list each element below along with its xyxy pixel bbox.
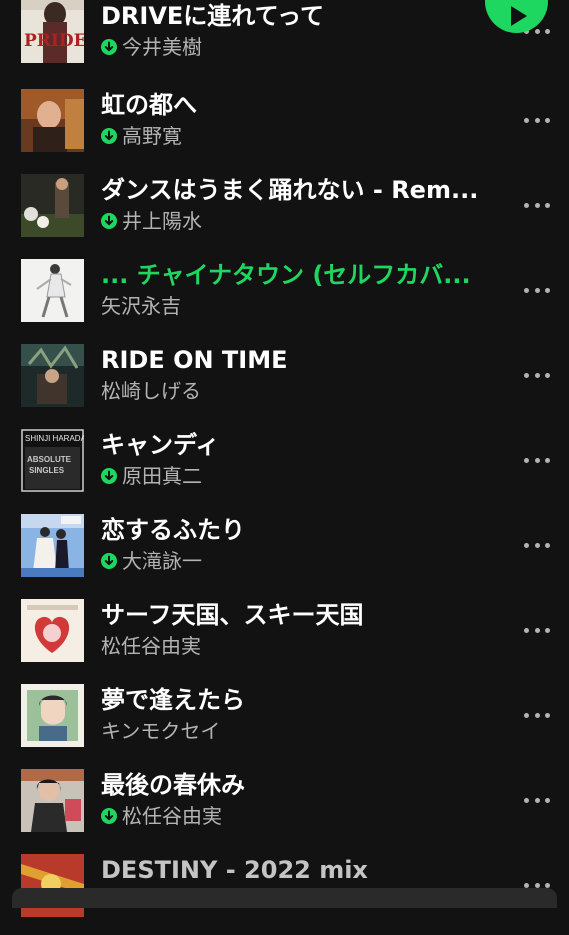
track-row[interactable]: PRIDE DRIVEに連れてって 今井美樹 — [0, 0, 569, 81]
more-options-icon[interactable] — [524, 107, 550, 133]
track-artist-line: 高野寛 — [101, 123, 182, 149]
track-artist-line: 松任谷由実 — [101, 633, 201, 659]
track-row[interactable]: SHINJI HARADA ABSOLUTE SINGLES キャンディ 原田真… — [0, 425, 569, 510]
track-artist: 矢沢永吉 — [101, 294, 181, 318]
album-cover — [21, 89, 84, 152]
downloaded-icon — [101, 39, 117, 55]
track-row[interactable]: 恋するふたり 大滝詠一 — [0, 510, 569, 595]
album-cover — [21, 514, 84, 577]
track-row[interactable]: ダンスはうまく踊れない - Rem... 井上陽水 — [0, 170, 569, 255]
track-artist-line: 松任谷由実 — [101, 803, 222, 829]
more-options-icon[interactable] — [524, 277, 550, 303]
track-row-now-playing[interactable]: ... チャイナタウン (セルフカバ... 矢沢永吉 — [0, 255, 569, 340]
downloaded-icon — [101, 553, 117, 569]
track-row[interactable]: RIDE ON TIME 松崎しげる — [0, 340, 569, 425]
track-artist-line: キンモクセイ — [101, 718, 220, 744]
track-title: 恋するふたり — [101, 516, 245, 544]
downloaded-icon — [101, 128, 117, 144]
album-cover — [21, 344, 84, 407]
track-title: ... チャイナタウン (セルフカバ... — [101, 261, 471, 289]
track-title: 最後の春休み — [101, 771, 245, 799]
track-artist: 原田真二 — [122, 464, 202, 488]
track-title: サーフ天国、スキー天国 — [101, 601, 364, 629]
more-options-icon[interactable] — [524, 787, 550, 813]
album-cover: PRIDE — [21, 0, 84, 63]
cover-title-text: PRIDE — [24, 31, 84, 51]
album-cover — [21, 599, 84, 662]
downloaded-icon — [101, 808, 117, 824]
downloaded-icon — [101, 213, 117, 229]
track-artist-line: 井上陽水 — [101, 208, 202, 234]
track-artist: 松任谷由実 — [101, 634, 201, 658]
track-artist: 松崎しげる — [101, 379, 201, 403]
more-options-icon[interactable] — [524, 362, 550, 388]
track-row[interactable]: 虹の都へ 高野寛 — [0, 85, 569, 170]
downloaded-icon — [101, 468, 117, 484]
track-artist: 井上陽水 — [122, 209, 202, 233]
track-artist-line: 原田真二 — [101, 463, 202, 489]
track-artist: 大滝詠一 — [122, 549, 202, 573]
track-title: DRIVEに連れてって — [101, 2, 324, 30]
track-title: 虹の都へ — [101, 91, 197, 119]
track-title: DESTINY - 2022 mix — [101, 856, 368, 884]
track-artist-line: 松崎しげる — [101, 378, 201, 404]
bottom-sheet-handle[interactable] — [12, 888, 557, 908]
album-cover — [21, 769, 84, 832]
track-artist: キンモクセイ — [101, 719, 221, 743]
track-artist: 松任谷由実 — [122, 804, 222, 828]
album-cover — [21, 259, 84, 322]
track-title: 夢で逢えたら — [101, 686, 245, 714]
track-artist-line: 大滝詠一 — [101, 548, 202, 574]
cover-line-text: SINGLES — [29, 466, 65, 475]
track-row[interactable]: 夢で逢えたら キンモクセイ — [0, 680, 569, 765]
play-button[interactable] — [485, 0, 548, 33]
track-title: キャンディ — [101, 431, 220, 459]
more-options-icon[interactable] — [524, 617, 550, 643]
track-title: ダンスはうまく踊れない - Rem... — [101, 176, 479, 204]
cover-line-text: ABSOLUTE — [27, 455, 72, 464]
track-title: RIDE ON TIME — [101, 346, 288, 374]
track-artist-line: 今井美樹 — [101, 34, 202, 60]
more-options-icon[interactable] — [524, 447, 550, 473]
track-artist: 高野寛 — [122, 124, 182, 148]
album-cover: SHINJI HARADA ABSOLUTE SINGLES — [21, 429, 84, 492]
more-options-icon[interactable] — [524, 532, 550, 558]
track-row[interactable]: 最後の春休み 松任谷由実 — [0, 765, 569, 850]
track-row[interactable]: サーフ天国、スキー天国 松任谷由実 — [0, 595, 569, 680]
album-cover — [21, 174, 84, 237]
play-icon — [511, 6, 527, 26]
track-artist: 今井美樹 — [122, 35, 202, 59]
more-options-icon[interactable] — [524, 192, 550, 218]
album-cover — [21, 684, 84, 747]
more-options-icon[interactable] — [524, 702, 550, 728]
track-artist-line: 矢沢永吉 — [101, 293, 181, 319]
cover-artist-text: SHINJI HARADA — [25, 434, 84, 443]
